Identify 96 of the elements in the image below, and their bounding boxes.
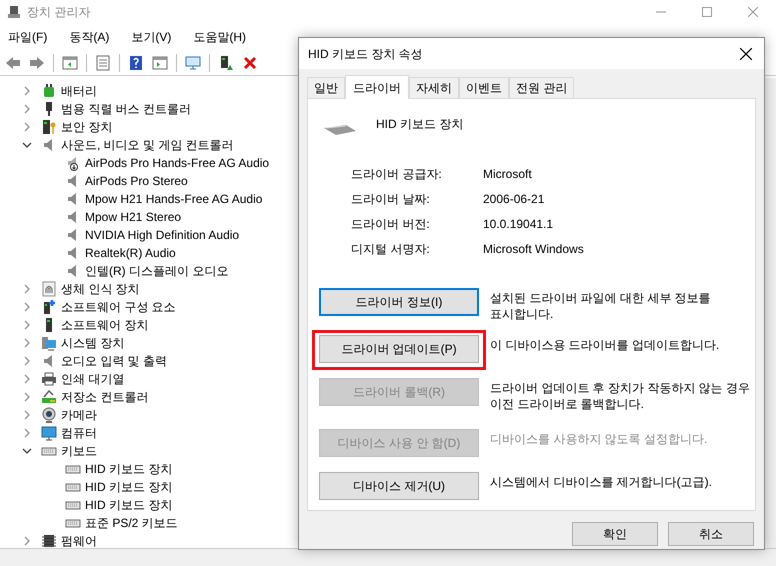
expand-chevron-icon[interactable] [22, 104, 32, 114]
speaker-icon [65, 155, 81, 171]
tab[interactable]: 이벤트 [459, 77, 509, 98]
action-button[interactable]: 드라이버 업데이트(P) [319, 335, 479, 363]
tree-item[interactable]: 생체 인식 장치 [60, 280, 141, 298]
tree-item[interactable]: 컴퓨터 [60, 424, 98, 442]
tree-item[interactable]: 펌웨어 [60, 532, 98, 548]
action-description: 시스템에서 디바이스를 제거합니다(고급). [490, 474, 713, 490]
expand-chevron-icon[interactable] [22, 284, 32, 294]
software-component-icon [41, 299, 57, 315]
back-icon[interactable] [5, 54, 21, 70]
dialog-button[interactable]: 확인 [572, 522, 658, 546]
tree-item[interactable]: 소프트웨어 구성 요소 [60, 298, 177, 316]
action-description: 드라이버 업데이트 후 장치가 작동하지 않는 경우 이전 드라이버로 롤백합니다. [490, 380, 752, 412]
property-value: 10.0.19041.1 [483, 216, 554, 232]
properties-icon[interactable] [95, 54, 111, 70]
action-pane-icon[interactable] [152, 54, 168, 70]
collapse-chevron-icon[interactable] [22, 140, 32, 150]
collapse-chevron-icon[interactable] [22, 446, 32, 456]
menu-item[interactable]: 도움말(H) [187, 24, 252, 50]
tree-item[interactable]: Realtek(R) Audio [84, 244, 177, 262]
property-label: 드라이버 날짜: [351, 190, 431, 208]
tree-item[interactable]: 키보드 [60, 442, 98, 460]
fingerprint-icon [41, 281, 57, 297]
printer-icon [41, 371, 57, 387]
property-value: Microsoft Windows [483, 240, 584, 258]
storage-controller-icon [41, 389, 57, 405]
tree-item[interactable]: 표준 PS/2 키보드 [84, 514, 179, 532]
tree-item[interactable]: Mpow H21 Hands-Free AG Audio [84, 190, 264, 208]
action-button[interactable]: 디바이스 제거(U) [319, 472, 479, 500]
tree-item[interactable]: 배터리 [60, 82, 98, 100]
device-name: HID 키보드 장치 [376, 116, 464, 133]
help-icon[interactable] [128, 54, 144, 70]
property-label: 드라이버 공급자: [351, 166, 443, 182]
expand-chevron-icon[interactable] [22, 536, 32, 546]
tree-item[interactable]: 소프트웨어 장치 [60, 316, 150, 334]
tab[interactable]: 일반 [307, 77, 345, 98]
expand-chevron-icon[interactable] [22, 392, 32, 402]
scan-monitor-icon[interactable] [185, 54, 201, 70]
property-label: 드라이버 버전: [351, 216, 431, 232]
system-device-icon [41, 335, 57, 351]
tree-item[interactable]: 오디오 입력 및 출력 [60, 352, 168, 370]
console-tree-icon[interactable] [62, 54, 78, 70]
tree-item[interactable]: NVIDIA High Definition Audio [84, 226, 240, 244]
expand-chevron-icon[interactable] [22, 86, 32, 96]
tree-item[interactable]: AirPods Pro Stereo [84, 172, 189, 190]
tree-item[interactable]: 카메라 [60, 406, 98, 424]
property-label: 디지털 서명자: [351, 240, 431, 258]
action-button[interactable]: 드라이버 정보(I) [319, 288, 479, 316]
tree-item[interactable]: 보안 장치 [60, 118, 114, 136]
action-description: 이 디바이스용 드라이버를 업데이트합니다. [490, 337, 720, 353]
expand-chevron-icon[interactable] [22, 356, 32, 366]
dialog-button[interactable]: 취소 [668, 522, 754, 546]
expand-chevron-icon[interactable] [22, 122, 32, 132]
expand-chevron-icon[interactable] [22, 428, 32, 438]
tree-item[interactable]: 인텔(R) 디스플레이 오디오 [84, 262, 230, 280]
menu-item[interactable]: 파일(F) [2, 24, 54, 50]
property-value: 2006-06-21 [483, 190, 544, 208]
action-description: 디바이스를 사용하지 않도록 설정합니다. [490, 431, 708, 447]
tree-item[interactable]: 범용 직렬 버스 컨트롤러 [60, 100, 192, 118]
tab[interactable]: 자세히 [409, 77, 459, 98]
remove-icon[interactable] [242, 54, 258, 70]
maximize-icon[interactable] [702, 7, 712, 17]
chip-icon [41, 533, 57, 548]
tree-item[interactable]: HID 키보드 장치 [84, 478, 174, 496]
tree-item[interactable]: AirPods Pro Hands-Free AG Audio [84, 154, 270, 172]
expand-chevron-icon[interactable] [22, 320, 32, 330]
action-description: 설치된 드라이버 파일에 대한 세부 정보를 표시합니다. [490, 290, 712, 322]
menu-item[interactable]: 동작(A) [63, 24, 116, 50]
property-value: Microsoft [483, 166, 532, 182]
close-button[interactable] [738, 46, 754, 62]
webcam-icon [41, 407, 57, 423]
security-device-icon [41, 119, 57, 135]
tree-item[interactable]: 저장소 컨트롤러 [60, 388, 150, 406]
expand-chevron-icon[interactable] [22, 302, 32, 312]
tree-item[interactable]: 인쇄 대기열 [60, 370, 126, 388]
expand-chevron-icon[interactable] [22, 410, 32, 420]
monitor-icon [41, 425, 57, 441]
tree-item[interactable]: HID 키보드 장치 [84, 496, 174, 514]
battery-icon [41, 83, 57, 99]
dialog-title: HID 키보드 장치 속성 [308, 46, 423, 62]
close-icon[interactable] [748, 7, 758, 17]
keyboard-icon [324, 125, 356, 135]
tree-item[interactable]: 사운드, 비디오 및 게임 컨트롤러 [60, 136, 235, 154]
tab[interactable]: 드라이버 [345, 75, 409, 99]
tree-item[interactable]: Mpow H21 Stereo [84, 208, 182, 226]
update-driver-icon[interactable] [218, 54, 234, 70]
expand-chevron-icon[interactable] [22, 338, 32, 348]
tree-item[interactable]: 시스템 장치 [60, 334, 126, 352]
window-title: 장치 관리자 [27, 4, 90, 21]
expand-chevron-icon[interactable] [22, 374, 32, 384]
device-manager-icon [7, 5, 21, 19]
menu-item[interactable]: 보기(V) [125, 24, 178, 50]
tree-item[interactable]: HID 키보드 장치 [84, 460, 174, 478]
tab[interactable]: 전원 관리 [509, 77, 574, 98]
forward-icon[interactable] [29, 54, 45, 70]
